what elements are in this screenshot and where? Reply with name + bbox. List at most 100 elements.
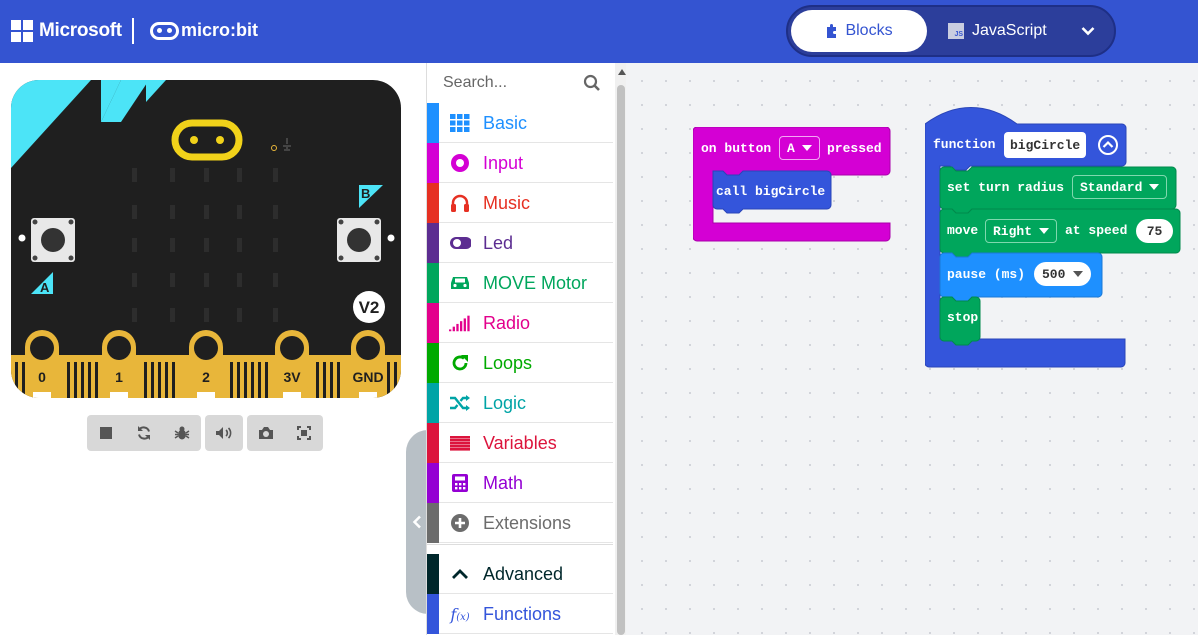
signal-bars-icon	[449, 313, 471, 333]
refresh-icon	[449, 353, 471, 373]
direction-dropdown[interactable]: Right	[985, 219, 1058, 243]
blocks-workspace[interactable]: on button pressed A call bigCircle funct…	[626, 63, 1198, 635]
top-bar: Microsoft micro:bit Blocks JS JavaScript	[0, 0, 1198, 63]
category-loops[interactable]: Loops	[427, 343, 613, 383]
category-label: Advanced	[483, 564, 564, 584]
category-label: Led	[483, 233, 514, 253]
fullscreen-button[interactable]	[285, 415, 323, 451]
blocks-mode-label: Blocks	[845, 22, 893, 39]
category-functions[interactable]: f(x) Functions	[427, 594, 613, 634]
turn-radius-dropdown[interactable]: Standard	[1072, 175, 1168, 199]
debug-button[interactable]	[163, 415, 201, 451]
category-extensions[interactable]: Extensions	[427, 503, 613, 543]
button-choice-dropdown[interactable]: A	[779, 136, 820, 160]
toolbox: Basic Input Music Led MOVE Motor Radio Loops Lo…	[426, 63, 627, 635]
restart-button[interactable]	[125, 415, 163, 451]
puzzle-icon	[827, 24, 837, 38]
dropdown-arrow-icon	[1073, 271, 1084, 277]
version-label: V2	[359, 298, 380, 317]
microbit-logo-icon[interactable]	[150, 22, 179, 40]
collapse-function-icon[interactable]	[1097, 134, 1119, 156]
category-math[interactable]: Math	[427, 463, 613, 503]
category-color-bar	[427, 343, 439, 383]
javascript-mode-button[interactable]: JS JavaScript	[948, 10, 1047, 52]
category-label: Extensions	[483, 513, 572, 533]
language-dropdown-chevron-icon[interactable]	[1074, 18, 1102, 44]
category-color-bar	[427, 223, 439, 263]
pause-duration-dropdown[interactable]: 500	[1034, 262, 1092, 286]
microbit-board[interactable]: 0 1 2 3V GND A B V2	[11, 80, 401, 398]
category-color-bar	[427, 103, 439, 143]
simulator-panel: 0 1 2 3V GND A B V2	[0, 63, 428, 635]
capture-group	[247, 415, 323, 451]
pin-gnd-label: GND	[352, 369, 383, 385]
microsoft-logo-icon[interactable]	[11, 20, 33, 42]
toolbox-search	[427, 63, 613, 103]
scroll-up-icon[interactable]	[618, 69, 626, 75]
category-label: Logic	[483, 393, 527, 413]
category-radio[interactable]: Radio	[427, 303, 613, 343]
shuffle-icon	[449, 393, 471, 413]
sound-button[interactable]	[205, 415, 243, 451]
stop-label: stop	[947, 310, 979, 325]
category-label: Basic	[483, 113, 528, 133]
scroll-thumb[interactable]	[617, 85, 625, 635]
button-choice-value: A	[787, 140, 795, 156]
category-color-bar	[427, 383, 439, 423]
calculator-icon	[449, 473, 471, 493]
speed-input[interactable]: 75	[1136, 219, 1173, 243]
sound-icon	[216, 427, 232, 439]
pause-label: pause (ms)	[947, 267, 1026, 282]
simulator-control-group	[87, 415, 201, 451]
collapse-simulator-button[interactable]	[406, 430, 428, 614]
category-input[interactable]: Input	[427, 143, 613, 183]
car-icon	[449, 273, 471, 293]
category-color-bar	[427, 303, 439, 343]
chevron-left-icon	[412, 515, 421, 529]
category-move-motor[interactable]: MOVE Motor	[427, 263, 613, 303]
category-music[interactable]: Music	[427, 183, 613, 223]
microsoft-brand[interactable]: Microsoft	[39, 20, 122, 42]
pin-0-label: 0	[38, 369, 46, 385]
button-b-label: B	[361, 186, 370, 201]
category-color-bar	[427, 594, 439, 634]
microbit-brand[interactable]: micro:bit	[181, 20, 258, 41]
call-block-label: call bigCircle	[716, 184, 826, 199]
category-logic[interactable]: Logic	[427, 383, 613, 423]
move-label: move	[947, 223, 979, 238]
set-turn-radius-label: set turn radius	[947, 180, 1065, 195]
category-label: Math	[483, 473, 524, 493]
circle-dot-icon	[449, 153, 471, 173]
search-input[interactable]	[443, 72, 583, 94]
direction-value: Right	[993, 223, 1033, 239]
pin-2-label: 2	[202, 369, 210, 385]
category-label: Loops	[483, 353, 533, 373]
function-name-field[interactable]: bigCircle	[1004, 132, 1087, 158]
chevron-up-icon	[449, 564, 471, 584]
fullscreen-icon	[297, 426, 311, 440]
editor-mode-toggle: Blocks JS JavaScript	[786, 5, 1116, 57]
stop-icon	[100, 427, 112, 439]
category-advanced[interactable]: Advanced	[427, 554, 613, 594]
category-color-bar	[427, 423, 439, 463]
function-keyword-label: function	[933, 137, 996, 152]
headphones-icon	[449, 193, 471, 213]
event-prefix-label: on button	[701, 141, 772, 156]
blocks-mode-button[interactable]: Blocks	[791, 10, 927, 52]
pause-duration-value: 500	[1042, 266, 1066, 282]
category-basic[interactable]: Basic	[427, 103, 613, 143]
screenshot-button[interactable]	[247, 415, 285, 451]
search-icon[interactable]	[583, 74, 601, 92]
category-variables[interactable]: Variables	[427, 423, 613, 463]
event-suffix-label: pressed	[827, 141, 882, 156]
category-label: Functions	[483, 604, 562, 624]
plus-circle-icon	[449, 513, 471, 533]
grid-icon	[449, 113, 471, 133]
category-color-bar	[427, 463, 439, 503]
brand-divider	[132, 18, 134, 44]
pin-3v-label: 3V	[283, 369, 301, 385]
stop-button[interactable]	[87, 415, 125, 451]
fx-icon: f(x)	[450, 604, 470, 624]
category-label: Music	[483, 193, 531, 213]
category-led[interactable]: Led	[427, 223, 613, 263]
